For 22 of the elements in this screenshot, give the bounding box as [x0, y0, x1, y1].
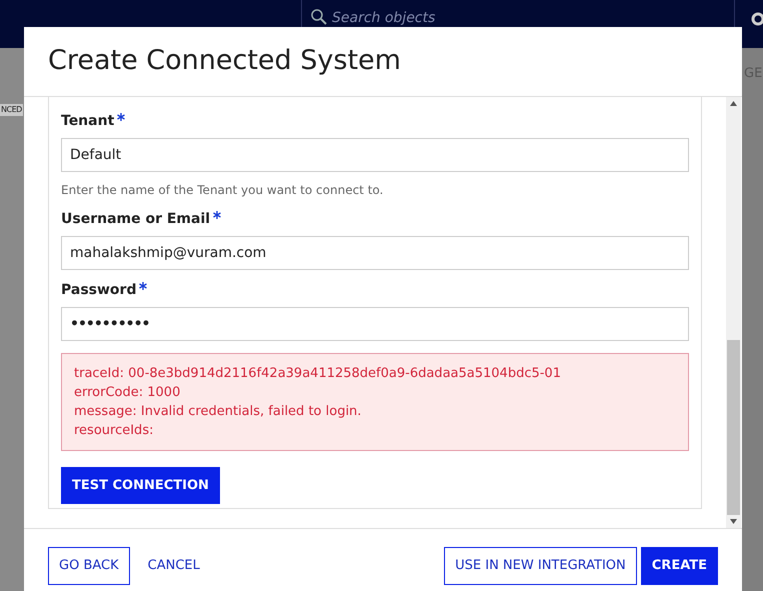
text-field[interactable]: Default [61, 138, 689, 172]
scroll-up-icon[interactable] [730, 101, 737, 106]
error-line: errorCode: 1000 [74, 384, 182, 402]
error-line: resourceIds: [74, 422, 154, 440]
tab-label: NCED [0, 104, 23, 116]
button[interactable]: GO BACK [48, 547, 130, 585]
test-connection-button[interactable]: TEST CONNECTION [61, 467, 220, 504]
text-field[interactable]: mahalakshmip@vuram.com [61, 236, 689, 270]
button[interactable]: USE IN NEW INTEGRATION [444, 547, 637, 585]
button[interactable]: CREATE [640, 547, 718, 585]
scroll-thumb[interactable] [727, 340, 740, 515]
password-field[interactable]: •••••••••• [61, 307, 689, 341]
error-line: message: Invalid credentials, failed to login. [74, 403, 362, 421]
field-label: Tenant [61, 112, 114, 131]
error-line: traceId: 00-8e3bd914d2116f42a39a411258def0a9-6dadaa5a5104bdc5-01 [74, 365, 562, 383]
scrollbar[interactable] [726, 97, 741, 528]
scroll-down-icon[interactable] [730, 519, 737, 524]
text-button[interactable]: CANCEL [138, 547, 210, 585]
search-icon [310, 8, 328, 26]
field-label: Username or Email [61, 210, 210, 229]
field-label: Password [61, 281, 136, 300]
help-text: Enter the name of the Tenant you want to connect to. [61, 182, 384, 199]
